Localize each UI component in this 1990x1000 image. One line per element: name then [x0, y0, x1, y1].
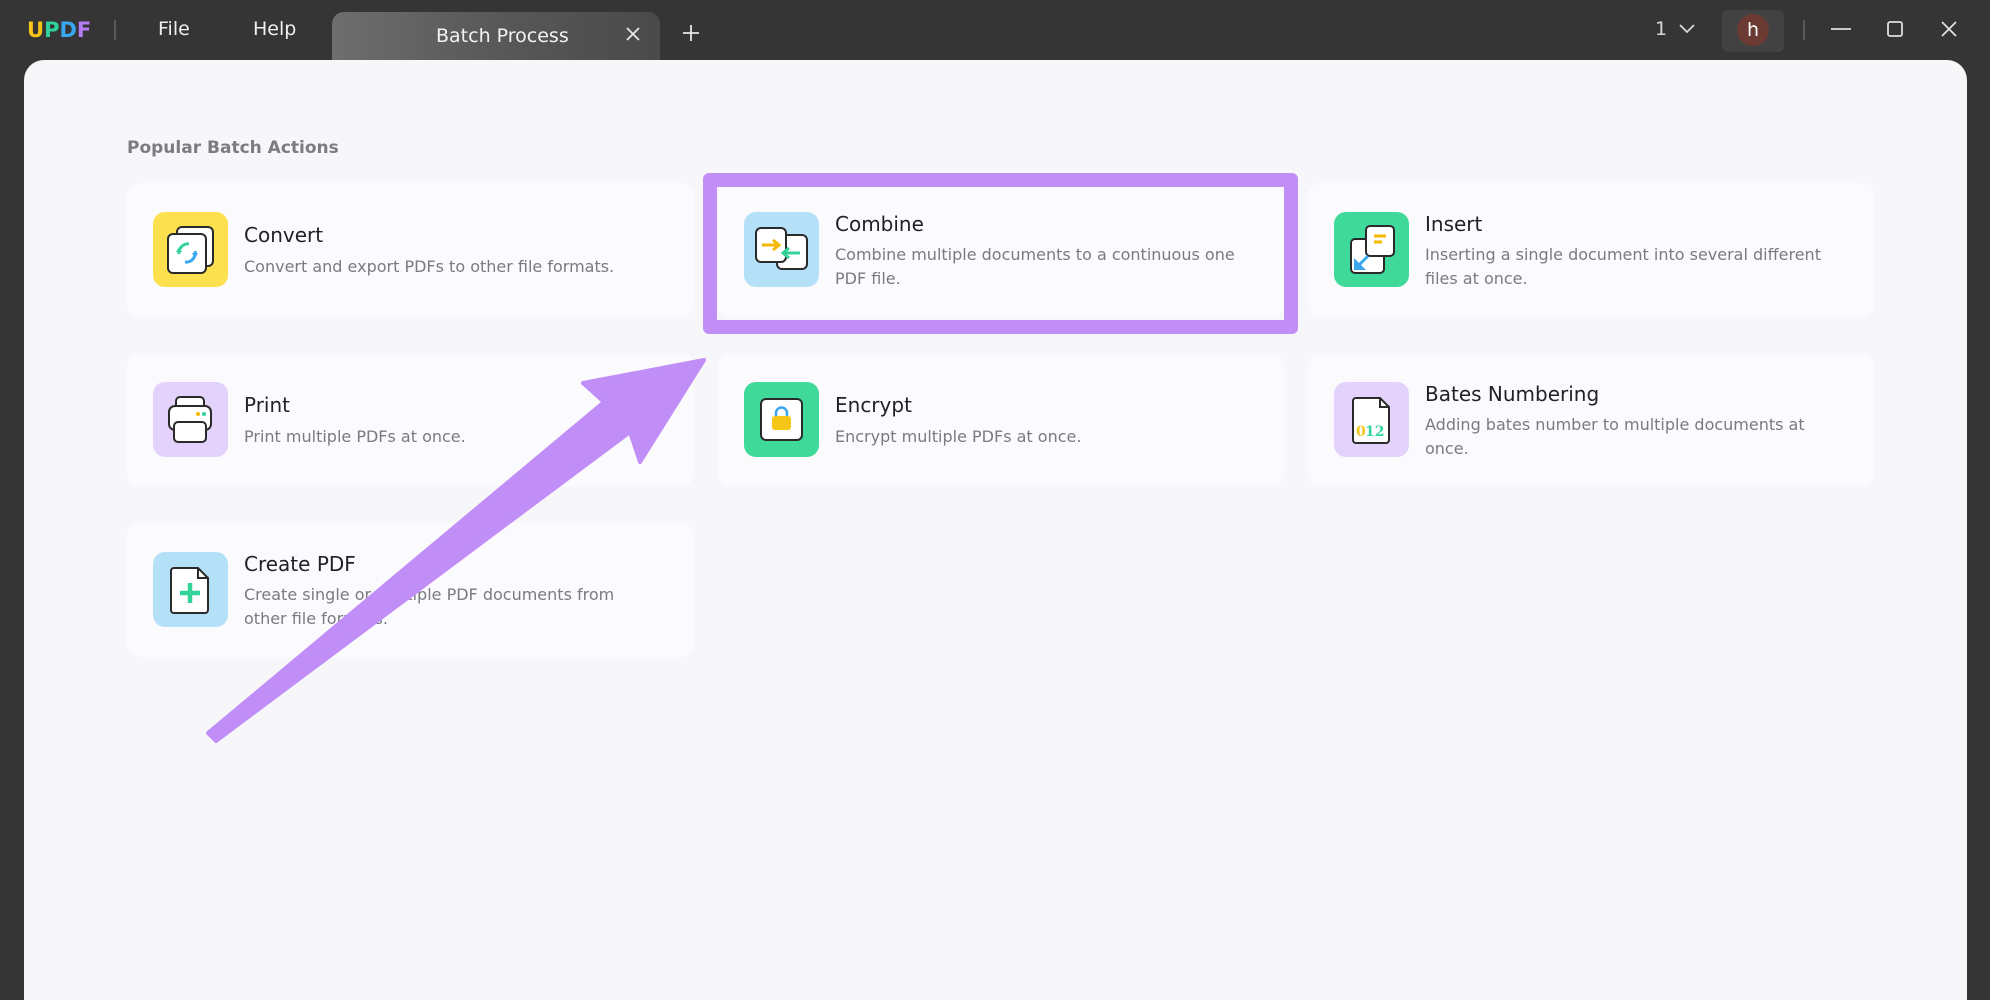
batch-process-panel: Popular Batch Actions Convert Convert an…	[24, 60, 1967, 1000]
card-description: Adding bates number to multiple document…	[1425, 415, 1805, 458]
combine-icon	[744, 212, 819, 287]
logo-letter-f: F	[76, 18, 92, 42]
card-convert[interactable]: Convert Convert and export PDFs to other…	[127, 183, 693, 317]
maximize-icon[interactable]	[1880, 14, 1910, 44]
svg-text:12: 12	[1365, 424, 1384, 440]
logo-letter-d: D	[59, 18, 77, 42]
lock-icon	[744, 382, 819, 457]
avatar: h	[1737, 14, 1769, 46]
card-title: Print	[244, 393, 291, 417]
card-description: Encrypt multiple PDFs at once.	[835, 427, 1082, 446]
card-title: Encrypt	[835, 393, 912, 417]
card-encrypt[interactable]: Encrypt Encrypt multiple PDFs at once.	[718, 353, 1284, 487]
section-label: Popular Batch Actions	[127, 138, 339, 158]
title-bar: UPDF File Help Batch Process 1 h	[0, 0, 1990, 60]
logo-divider	[114, 20, 116, 40]
print-icon	[153, 382, 228, 457]
account-button[interactable]: h	[1722, 10, 1784, 52]
tab-batch-process[interactable]: Batch Process	[332, 12, 660, 60]
card-combine[interactable]: Combine Combine multiple documents to a …	[718, 183, 1284, 317]
card-title: Convert	[244, 223, 324, 247]
minimize-icon[interactable]	[1826, 14, 1856, 44]
updf-logo: UPDF	[27, 18, 91, 42]
bates-numbering-icon: 0 12	[1334, 382, 1409, 457]
logo-letter-u: U	[27, 18, 45, 42]
chevron-down-icon[interactable]	[1678, 22, 1696, 36]
card-print[interactable]: Print Print multiple PDFs at once.	[127, 353, 693, 487]
create-pdf-icon	[153, 552, 228, 627]
tab-title: Batch Process	[436, 25, 569, 47]
window-close-icon[interactable]	[1934, 14, 1964, 44]
card-title: Insert	[1425, 212, 1483, 236]
page-count[interactable]: 1	[1655, 18, 1667, 40]
card-title: Combine	[835, 212, 924, 236]
convert-icon	[153, 212, 228, 287]
plus-icon[interactable]	[680, 22, 702, 44]
menu-help[interactable]: Help	[253, 18, 296, 40]
card-title: Create PDF	[244, 552, 356, 576]
card-create-pdf[interactable]: Create PDF Create single or multiple PDF…	[127, 523, 693, 657]
card-insert[interactable]: Insert Inserting a single document into …	[1308, 183, 1874, 317]
card-description: Combine multiple documents to a continuo…	[835, 245, 1235, 288]
close-icon[interactable]	[622, 23, 644, 45]
insert-icon	[1334, 212, 1409, 287]
logo-letter-p: P	[44, 18, 60, 42]
controls-divider	[1803, 20, 1805, 40]
card-description: Inserting a single document into several…	[1425, 245, 1821, 288]
card-bates-numbering[interactable]: 0 12 Bates Numbering Adding bates number…	[1308, 353, 1874, 487]
card-title: Bates Numbering	[1425, 382, 1600, 406]
card-description: Print multiple PDFs at once.	[244, 427, 466, 446]
card-description: Create single or multiple PDF documents …	[244, 585, 615, 628]
card-description: Convert and export PDFs to other file fo…	[244, 257, 615, 276]
menu-file[interactable]: File	[158, 18, 190, 40]
